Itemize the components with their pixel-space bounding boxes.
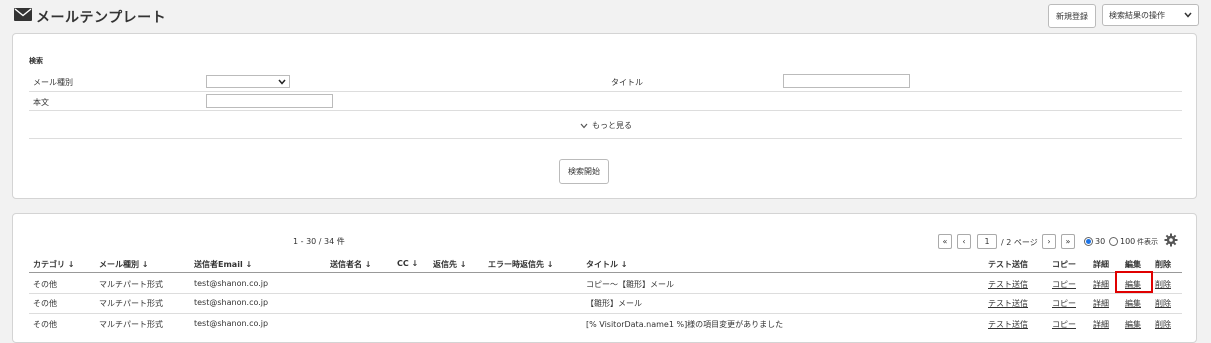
per-page-30-radio[interactable] (1084, 237, 1093, 246)
chevron-down-icon (580, 123, 588, 128)
results-panel: 1 - 30 / 34 件 « ‹ 1 / 2 ページ › » 30 100 件… (12, 213, 1197, 343)
detail-link[interactable]: 詳細 (1093, 319, 1109, 330)
test-send-link[interactable]: テスト送信 (988, 279, 1028, 290)
cell-mail-type: マルチパート形式 (99, 320, 163, 329)
search-panel: 検索 メール種別 タイトル 本文 もっと見る 検索開始 (12, 33, 1197, 199)
delete-link[interactable]: 削除 (1155, 279, 1171, 290)
per-page-100-radio[interactable] (1109, 237, 1118, 246)
column-header-category[interactable]: カテゴリ ↓ (33, 259, 75, 270)
delete-link[interactable]: 削除 (1155, 298, 1171, 309)
search-heading: 検索 (29, 57, 43, 65)
ops-select-value: 検索結果の操作 (1109, 10, 1165, 20)
test-send-link[interactable]: テスト送信 (988, 319, 1028, 330)
next-page-button[interactable]: › (1042, 234, 1056, 249)
cell-category: その他 (33, 280, 57, 289)
detail-link[interactable]: 詳細 (1093, 279, 1109, 290)
cell-category: その他 (33, 299, 57, 308)
gear-icon[interactable] (1164, 233, 1178, 247)
total-pages-label: / 2 ページ (1001, 238, 1038, 247)
column-header-cc[interactable]: CC ↓ (397, 259, 418, 268)
show-more-toggle[interactable]: もっと見る (580, 120, 632, 131)
delete-link[interactable]: 削除 (1155, 319, 1171, 330)
cell-sender-email: test@shanon.co.jp (194, 319, 269, 328)
first-page-button[interactable]: « (938, 234, 952, 249)
column-header-sender-name[interactable]: 送信者名 ↓ (330, 259, 372, 270)
title-label: タイトル (611, 78, 643, 87)
per-page-30-label: 30 (1095, 237, 1106, 246)
column-header-title[interactable]: タイトル ↓ (586, 259, 628, 270)
show-more-label: もっと見る (592, 121, 632, 130)
column-header-edit: 編集 (1125, 260, 1141, 269)
cell-sender-email: test@shanon.co.jp (194, 298, 269, 307)
body-input[interactable] (206, 94, 333, 108)
mail-type-select[interactable] (206, 75, 290, 88)
search-start-button[interactable]: 検索開始 (559, 159, 609, 184)
copy-link[interactable]: コピー (1052, 279, 1076, 290)
last-page-button[interactable]: » (1061, 234, 1075, 249)
result-count: 1 - 30 / 34 件 (293, 237, 345, 246)
divider (29, 110, 1182, 111)
cell-mail-type: マルチパート形式 (99, 280, 163, 289)
cell-sender-email: test@shanon.co.jp (194, 279, 269, 288)
edit-link[interactable]: 編集 (1125, 319, 1141, 330)
per-page-100-label: 100 (1120, 237, 1136, 246)
per-page-suffix: 件表示 (1137, 238, 1158, 246)
page-title: メールテンプレート (36, 10, 167, 26)
copy-link[interactable]: コピー (1052, 298, 1076, 309)
column-header-sender-email[interactable]: 送信者Email ↓ (194, 259, 252, 270)
divider (29, 138, 1182, 139)
mail-type-label: メール種別 (33, 78, 73, 87)
column-header-error-reply-to[interactable]: エラー時返信先 ↓ (488, 259, 554, 270)
mail-icon (14, 8, 32, 21)
edit-link[interactable]: 編集 (1125, 298, 1141, 309)
divider (29, 91, 1182, 92)
column-header-test-send: テスト送信 (988, 260, 1028, 269)
chevron-down-icon (278, 79, 286, 85)
table-row: その他 マルチパート形式 test@shanon.co.jp 【雛形】メール テ… (13, 294, 1198, 314)
column-header-delete: 削除 (1155, 260, 1171, 269)
chevron-down-icon (1184, 12, 1192, 18)
cell-title: [% VisitorData.name1 %]様の項目変更がありました (586, 320, 784, 329)
cell-category: その他 (33, 320, 57, 329)
cell-title: 【雛形】メール (586, 299, 642, 308)
cell-title: コピー〜【雛形】メール (586, 280, 674, 289)
prev-page-button[interactable]: ‹ (957, 234, 971, 249)
table-row: その他 マルチパート形式 test@shanon.co.jp コピー〜【雛形】メ… (13, 271, 1198, 293)
body-label: 本文 (33, 98, 49, 107)
column-header-detail: 詳細 (1093, 260, 1109, 269)
new-registration-button[interactable]: 新規登録 (1048, 4, 1096, 28)
column-header-reply-to[interactable]: 返信先 ↓ (433, 259, 467, 270)
copy-link[interactable]: コピー (1052, 319, 1076, 330)
page-number-input[interactable]: 1 (977, 234, 997, 249)
column-header-mail-type[interactable]: メール種別 ↓ (99, 259, 149, 270)
title-input[interactable] (783, 74, 910, 88)
cell-mail-type: マルチパート形式 (99, 299, 163, 308)
edit-link[interactable]: 編集 (1125, 279, 1141, 290)
table-row: その他 マルチパート形式 test@shanon.co.jp [% Visito… (13, 314, 1198, 334)
test-send-link[interactable]: テスト送信 (988, 298, 1028, 309)
search-results-operation-select[interactable]: 検索結果の操作 (1102, 4, 1199, 26)
column-header-copy: コピー (1052, 260, 1076, 269)
detail-link[interactable]: 詳細 (1093, 298, 1109, 309)
